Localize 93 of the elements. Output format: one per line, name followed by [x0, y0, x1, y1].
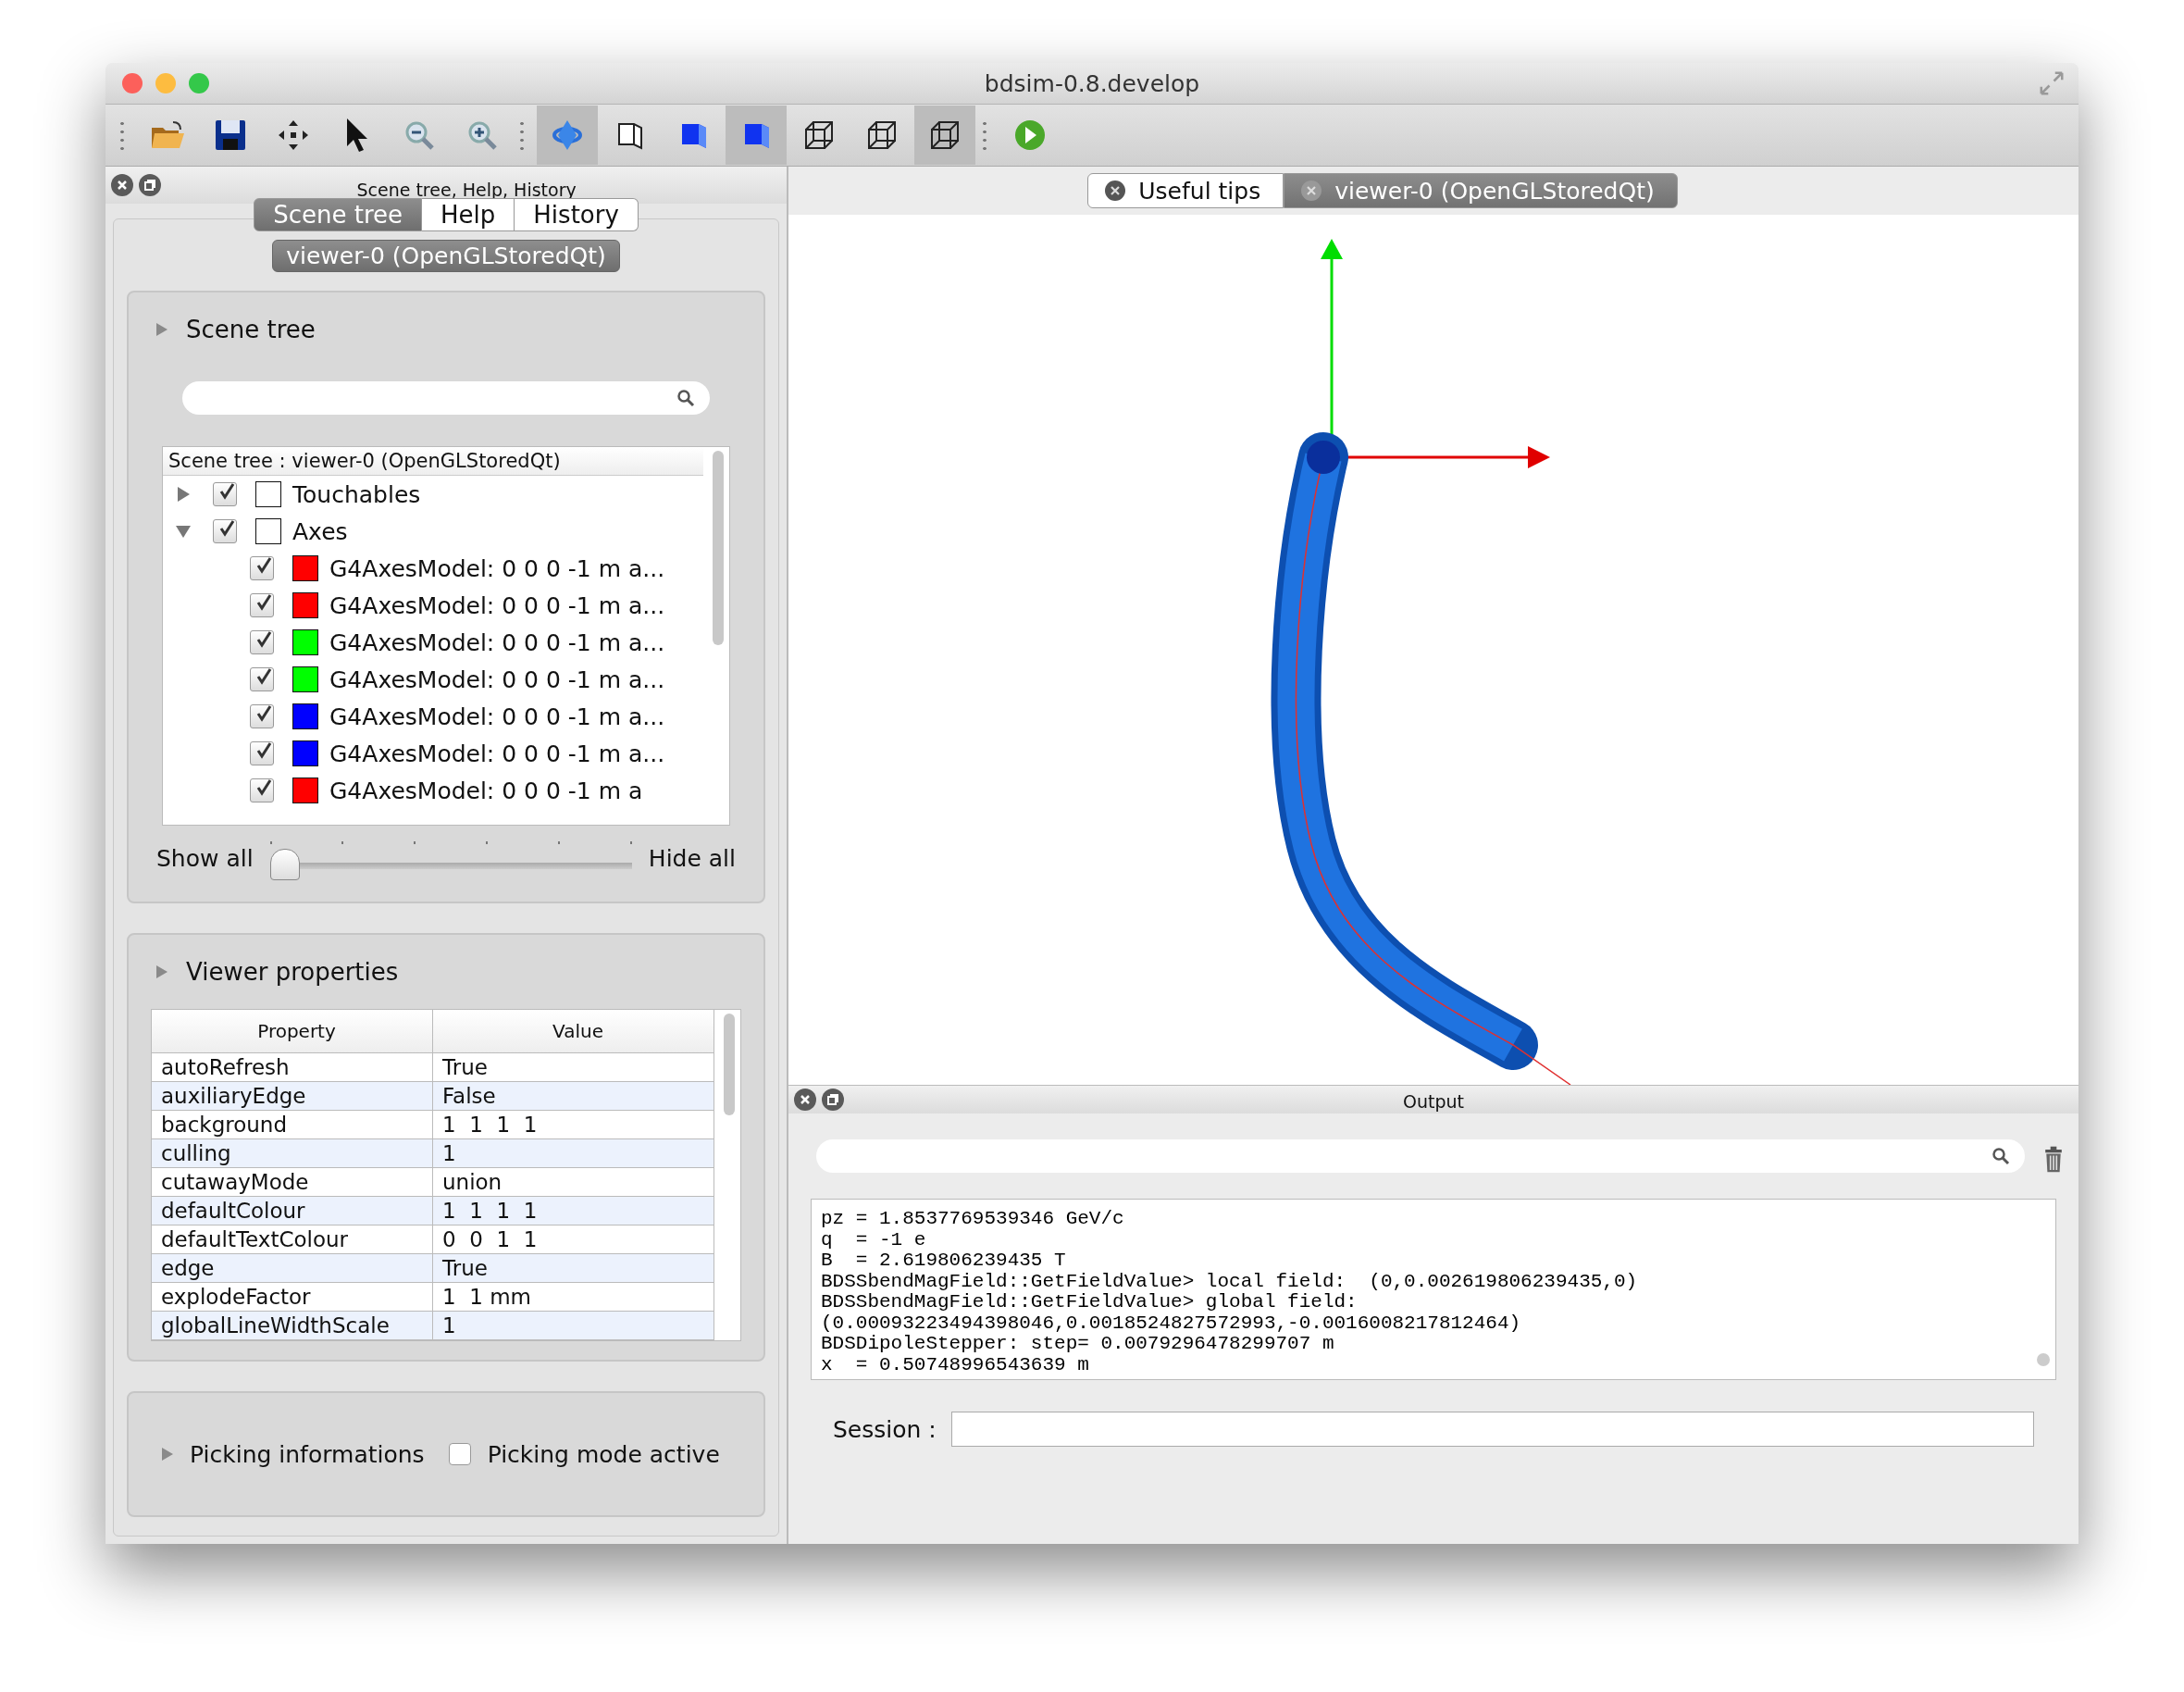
tab[interactable]: viewer-0 (OpenGLStoredQt) — [1284, 173, 1678, 208]
trash-icon[interactable] — [2043, 1146, 2064, 1174]
tab[interactable]: Useful tips — [1087, 173, 1284, 208]
checkbox[interactable] — [250, 593, 274, 617]
scrollbar[interactable] — [724, 1014, 735, 1115]
table-cell: False — [433, 1082, 714, 1110]
checkbox[interactable] — [250, 667, 274, 691]
log-line: q = -1 e — [821, 1229, 926, 1250]
checkbox[interactable] — [213, 482, 237, 506]
tree-item[interactable]: Axes — [292, 517, 348, 545]
expand-arrow-icon[interactable] — [176, 487, 191, 502]
checkbox[interactable] — [448, 1443, 471, 1465]
tree-item[interactable]: G4AxesModel: 0 0 0 -1 m a... — [329, 740, 665, 767]
scrollbar[interactable] — [2037, 1353, 2050, 1366]
colour-swatch — [255, 518, 281, 544]
close-icon[interactable] — [794, 1089, 816, 1111]
table-cell: autoRefresh — [152, 1053, 433, 1081]
fullscreen-icon[interactable] — [2038, 69, 2066, 97]
log-line: pz = 1.8537769539346 GeV/c — [821, 1209, 1124, 1230]
slider-label: Hide all — [648, 844, 736, 872]
float-icon[interactable] — [139, 174, 161, 196]
table-cell: 1 — [433, 1139, 714, 1167]
log-line: x = 0.50748996543639 m — [821, 1354, 1089, 1375]
tree-item[interactable]: G4AxesModel: 0 0 0 -1 m a... — [329, 591, 665, 619]
log-line: BDSDipoleStepper: step= 0.0079296478299707 m — [821, 1334, 1334, 1355]
viewer-button[interactable]: viewer-0 (OpenGLStoredQt) — [272, 240, 620, 272]
tree-item[interactable]: G4AxesModel: 0 0 0 -1 m a... — [329, 554, 665, 582]
tab[interactable]: History — [515, 198, 639, 231]
search-icon — [676, 389, 695, 407]
close-icon[interactable] — [1105, 180, 1126, 201]
table-cell: True — [433, 1254, 714, 1282]
table-cell: union — [433, 1168, 714, 1196]
session-input[interactable] — [950, 1412, 2034, 1447]
tree-item[interactable]: G4AxesModel: 0 0 0 -1 m a... — [329, 628, 665, 656]
log-line: BDSSbendMagField::GetFieldValue> local field: (0,0.002619806239435,0) — [821, 1271, 1638, 1292]
tab-label: viewer-0 (OpenGLStoredQt) — [1334, 177, 1655, 205]
log-line: (0.00093223494398046,0.0018524827572993,-0.0016008217812464) — [821, 1313, 1521, 1334]
session-label: Session : — [833, 1415, 937, 1443]
checkbox[interactable] — [250, 778, 274, 802]
dock-title: Scene tree, Help, History — [356, 180, 577, 200]
table-cell: 1 1 mm — [433, 1283, 714, 1311]
tab[interactable]: Help — [422, 198, 515, 231]
checkbox[interactable] — [250, 741, 274, 765]
toolbar-button[interactable] — [914, 106, 975, 165]
table-cell: background — [152, 1111, 433, 1138]
group-title: Picking informations — [190, 1440, 425, 1468]
expand-arrow-icon[interactable] — [176, 524, 191, 539]
disclosure-triangle-icon[interactable] — [162, 1448, 173, 1461]
tree-item[interactable]: G4AxesModel: 0 0 0 -1 m a... — [329, 666, 665, 693]
disclosure-triangle-icon[interactable] — [156, 965, 168, 978]
tab[interactable]: Scene tree — [254, 198, 423, 231]
group-title: Scene tree — [186, 316, 316, 343]
window-title: bdsim-0.8.develop — [984, 69, 1200, 97]
tree-item[interactable]: G4AxesModel: 0 0 0 -1 m a — [329, 777, 643, 804]
table-cell: edge — [152, 1254, 433, 1282]
checkbox[interactable] — [250, 556, 274, 580]
search-icon — [1992, 1147, 2010, 1165]
scrollbar[interactable] — [713, 451, 724, 645]
table-cell: culling — [152, 1139, 433, 1167]
table-cell: explodeFactor — [152, 1283, 433, 1311]
column-header[interactable]: Value — [433, 1010, 714, 1052]
log-line: B = 2.619806239435 T — [821, 1250, 1066, 1272]
colour-swatch — [255, 481, 281, 507]
table-cell: 1 — [433, 1312, 714, 1339]
checkbox[interactable] — [250, 704, 274, 728]
checkbox[interactable] — [213, 519, 237, 543]
checkbox[interactable] — [250, 630, 274, 654]
search-field[interactable] — [816, 1139, 2025, 1173]
search-field[interactable] — [182, 381, 710, 415]
log-line: BDSSbendMagField::GetFieldValue> global field: — [821, 1292, 1358, 1313]
table-cell: auxiliaryEdge — [152, 1082, 433, 1110]
dock-title: Output — [1403, 1091, 1464, 1112]
close-icon[interactable] — [1301, 180, 1322, 201]
tree-item[interactable]: G4AxesModel: 0 0 0 -1 m a... — [329, 703, 665, 730]
checkbox-label: Picking mode active — [487, 1440, 720, 1468]
table-cell: cutawayMode — [152, 1168, 433, 1196]
group-title: Viewer properties — [186, 958, 399, 986]
table-cell: defaultColour — [152, 1197, 433, 1225]
close-icon[interactable] — [111, 174, 133, 196]
table-cell: True — [433, 1053, 714, 1081]
table-cell: 1 1 1 1 — [433, 1111, 714, 1138]
table-cell: globalLineWidthScale — [152, 1312, 433, 1339]
column-header[interactable]: Property — [152, 1010, 433, 1052]
tree-item[interactable]: Touchables — [292, 480, 421, 508]
slider-thumb[interactable] — [269, 849, 300, 880]
slider-label: Show all — [156, 844, 254, 872]
disclosure-triangle-icon[interactable] — [156, 323, 168, 336]
table-cell: defaultTextColour — [152, 1225, 433, 1253]
tab-label: Useful tips — [1138, 177, 1261, 205]
close-window-button[interactable] — [122, 73, 143, 93]
table-cell: 0 0 1 1 — [433, 1225, 714, 1253]
table-cell: 1 1 1 1 — [433, 1197, 714, 1225]
float-icon[interactable] — [822, 1089, 844, 1111]
